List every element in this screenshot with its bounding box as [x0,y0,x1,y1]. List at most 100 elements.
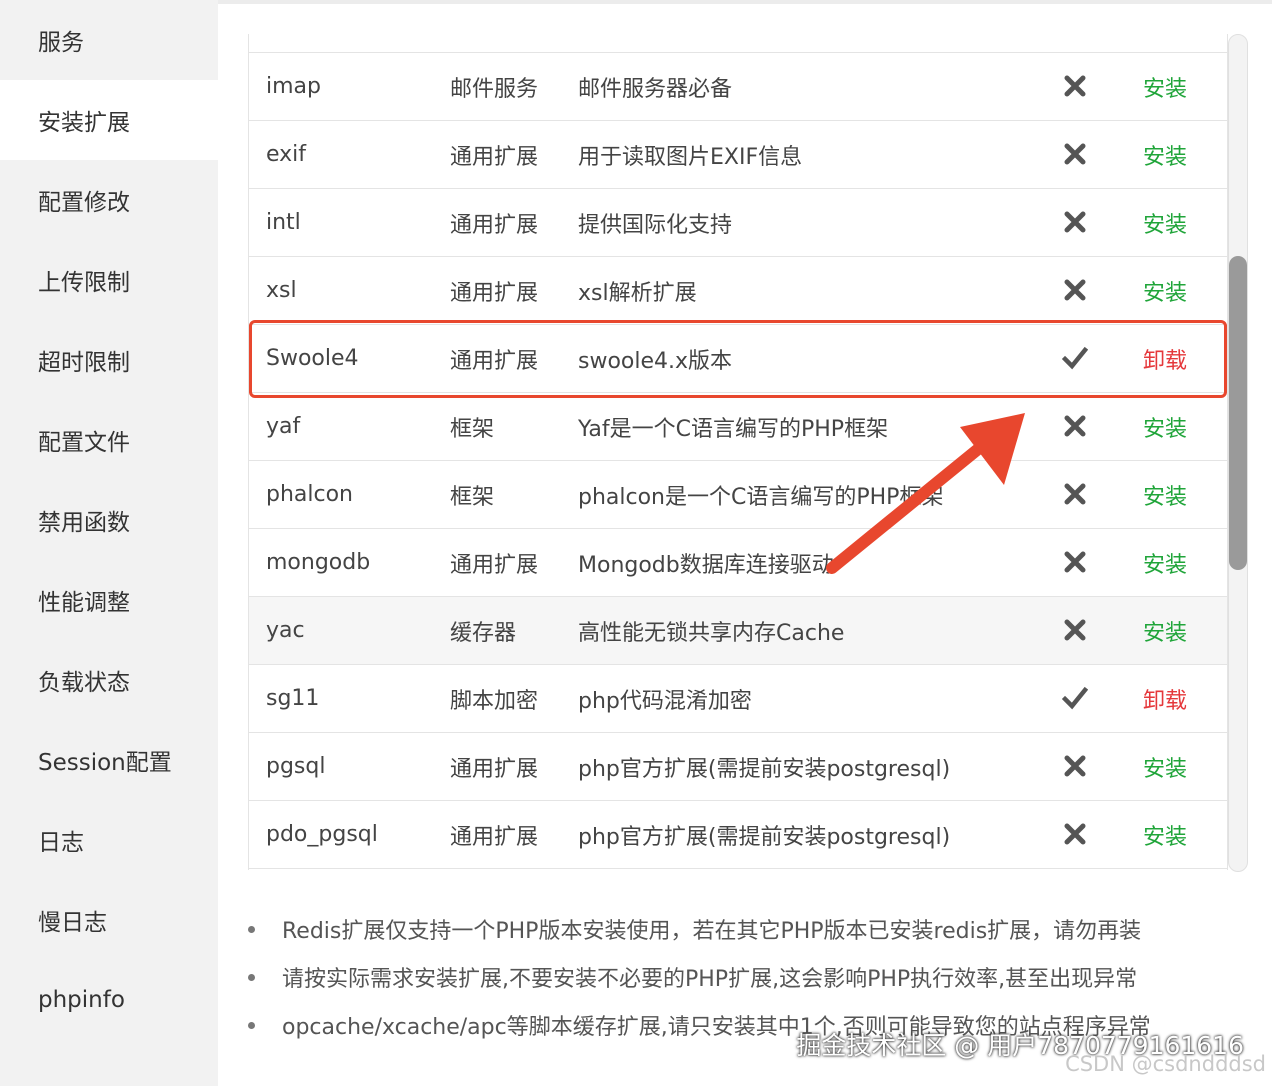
extension-description: swoole4.x版本 [578,348,733,374]
sidebar-item-label: 配置修改 [38,190,130,216]
install-button[interactable]: 安装 [1143,71,1187,103]
cross-icon [1062,277,1088,303]
cross-icon [1062,617,1088,643]
extension-type: 通用扩展 [450,280,539,306]
extension-name: imap [266,74,321,99]
sidebar-item[interactable]: phpinfo [0,960,218,1040]
table-row: yac 缓存器 高性能无锁共享内存Cache 安装 [249,597,1227,665]
extension-name: yaf [266,414,301,439]
bullet-icon [248,973,255,981]
cross-icon [1062,73,1088,99]
extension-description: php官方扩展(需提前安装postgresql) [578,824,951,850]
sidebar-item-label: 服务 [38,30,84,56]
extension-name: sg11 [266,686,320,711]
extension-type: 通用扩展 [450,552,539,578]
table-row: Swoole4 通用扩展 swoole4.x版本 卸载 [249,325,1227,393]
sidebar-item-label: 安装扩展 [38,110,130,136]
extension-name: Swoole4 [266,346,359,371]
install-button[interactable]: 安装 [1143,615,1187,647]
extension-type: 缓存器 [450,620,517,646]
extension-name: intl [266,210,301,235]
check-icon [1061,345,1089,371]
extension-type: 邮件服务 [450,76,539,102]
extension-description: 高性能无锁共享内存Cache [578,620,845,646]
sidebar-item-label: 配置文件 [38,430,130,456]
extension-description: 提供国际化支持 [578,212,733,238]
extension-type: 框架 [450,484,495,510]
install-button[interactable]: 安装 [1143,139,1187,171]
extension-description: phalcon是一个C语言编写的PHP框架 [578,484,944,510]
cross-icon [1062,481,1088,507]
sidebar-item[interactable]: 日志 [0,800,218,880]
extension-description: xsl解析扩展 [578,280,697,306]
extensions-table: imap 邮件服务 邮件服务器必备 安装 exif 通用扩展 用于读取图片EXIF信息 安装 i… [248,34,1228,870]
extension-type: 通用扩展 [450,824,539,850]
extension-description: php代码混淆加密 [578,688,752,714]
sidebar-item-label: 日志 [38,830,84,856]
bullet-icon [248,1021,255,1029]
table-row: imap 邮件服务 邮件服务器必备 安装 [249,53,1227,121]
sidebar-item[interactable]: 上传限制 [0,240,218,320]
top-divider [218,0,1272,4]
extension-type: 通用扩展 [450,756,539,782]
sidebar-item[interactable]: 安装扩展 [0,80,218,160]
extension-type: 通用扩展 [450,144,539,170]
extension-type: 脚本加密 [450,688,539,714]
sidebar-item-label: 禁用函数 [38,510,130,536]
uninstall-button[interactable]: 卸载 [1143,683,1187,715]
sidebar-item-label: 负载状态 [38,670,130,696]
sidebar: 服务安装扩展配置修改上传限制超时限制配置文件禁用函数性能调整负载状态 Sessio… [0,0,218,1086]
extension-name: exif [266,142,307,167]
sidebar-item[interactable]: 慢日志 [0,880,218,960]
uninstall-button[interactable]: 卸载 [1143,343,1187,375]
extension-name: phalcon [266,482,354,507]
table-row: pdo_pgsql 通用扩展 php官方扩展(需提前安装postgresql) 安装 [249,801,1227,869]
sidebar-item[interactable]: 性能调整 [0,560,218,640]
extension-name: yac [266,618,305,643]
tip-item: 请按实际需求安装扩展,不要安装不必要的PHP扩展,这会影响PHP执行效率,甚至出… [248,953,1258,1001]
sidebar-item-label: 超时限制 [38,350,130,376]
extension-description: Yaf是一个C语言编写的PHP框架 [578,416,889,442]
cross-icon [1062,141,1088,167]
sidebar-item-label: Session配置 [38,750,172,776]
install-button[interactable]: 安装 [1143,411,1187,443]
table-header-remnant [249,34,1227,53]
cross-icon [1062,209,1088,235]
csdn-watermark: CSDN @csdndddsd [1065,1052,1266,1076]
table-row: pgsql 通用扩展 php官方扩展(需提前安装postgresql) 安装 [249,733,1227,801]
sidebar-item[interactable]: 负载状态 [0,640,218,720]
install-button[interactable]: 安装 [1143,275,1187,307]
table-scrollbar-thumb[interactable] [1229,256,1247,570]
extension-type: 通用扩展 [450,212,539,238]
extension-type: 框架 [450,416,495,442]
sidebar-item[interactable]: 配置文件 [0,400,218,480]
table-row: intl 通用扩展 提供国际化支持 安装 [249,189,1227,257]
table-row: mongodb 通用扩展 Mongodb数据库连接驱动 安装 [249,529,1227,597]
extension-name: mongodb [266,550,371,575]
table-row: exif 通用扩展 用于读取图片EXIF信息 安装 [249,121,1227,189]
check-icon [1061,685,1089,711]
extension-description: php官方扩展(需提前安装postgresql) [578,756,951,782]
cross-icon [1062,753,1088,779]
sidebar-item[interactable]: 配置修改 [0,160,218,240]
sidebar-item[interactable]: Session配置 [0,720,218,800]
install-button[interactable]: 安装 [1143,751,1187,783]
sidebar-item[interactable]: 服务 [0,0,218,80]
bullet-icon [248,925,255,933]
install-button[interactable]: 安装 [1143,207,1187,239]
table-row: xsl 通用扩展 xsl解析扩展 安装 [249,257,1227,325]
sidebar-item-label: phpinfo [38,987,125,1013]
sidebar-item[interactable]: 超时限制 [0,320,218,400]
table-row: phalcon 框架 phalcon是一个C语言编写的PHP框架 安装 [249,461,1227,529]
sidebar-item-label: 慢日志 [38,910,107,936]
install-button[interactable]: 安装 [1143,547,1187,579]
extension-description: Mongodb数据库连接驱动 [578,552,834,578]
install-button[interactable]: 安装 [1143,479,1187,511]
cross-icon [1062,549,1088,575]
sidebar-item[interactable]: 禁用函数 [0,480,218,560]
install-button[interactable]: 安装 [1143,819,1187,851]
cross-icon [1062,413,1088,439]
extension-name: xsl [266,278,297,303]
extension-description: 用于读取图片EXIF信息 [578,144,803,170]
sidebar-item-label: 上传限制 [38,270,130,296]
